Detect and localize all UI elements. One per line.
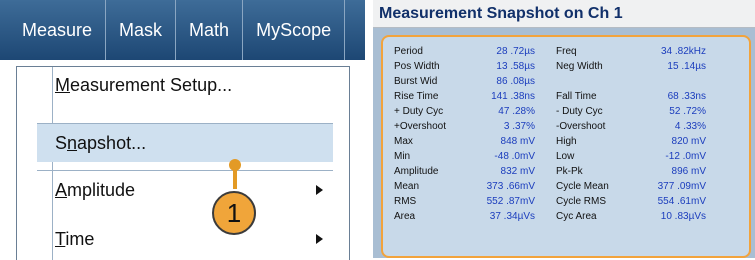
measurement-value: 832 mV [500, 166, 535, 177]
menu-math[interactable]: Math [176, 0, 244, 60]
measurement-value: 13 .58µs [496, 61, 535, 72]
snapshot-row: Min -48 .0mV Low -12 .0mV [394, 151, 744, 163]
measurement-value: 52 .72% [669, 106, 706, 117]
snapshot-row: Burst Wid 86 .08µs [394, 76, 744, 88]
menu-item-label: Amplitude [55, 179, 136, 200]
measurement-value: 86 .08µs [496, 76, 535, 87]
snapshot-row: Pos Width 13 .58µs Neg Width 15 .14µs [394, 61, 744, 73]
measurement-label: +Overshoot [394, 121, 446, 132]
measurement-label: Rise Time [394, 91, 439, 102]
measurement-value: 68 .33ns [667, 91, 706, 102]
measurement-label: High [556, 136, 577, 147]
measurement-label: Fall Time [556, 91, 597, 102]
measurement-value: 554 .61mV [657, 196, 706, 207]
measurement-label: Freq [556, 46, 577, 57]
snapshot-row: Amplitude 832 mV Pk-Pk 896 mV [394, 166, 744, 178]
callout-pointer-dot [229, 159, 241, 171]
menu-mask[interactable]: Mask [106, 0, 177, 60]
measurement-value: 4 .33% [674, 121, 706, 132]
measurement-value: 552 .87mV [486, 196, 535, 207]
measurement-label: -Overshoot [556, 121, 606, 132]
measurement-label: Min [394, 151, 411, 162]
submenu-arrow-icon [316, 234, 323, 244]
menu-measure[interactable]: Measure [0, 0, 107, 60]
submenu-arrow-icon [316, 185, 323, 195]
measurement-value: 3 .37% [503, 121, 535, 132]
snapshot-row: Max 848 mV High 820 mV [394, 136, 744, 148]
measurement-label: Cycle Mean [556, 181, 609, 192]
measurement-value: 141 .38ns [491, 91, 535, 102]
menu-bar: Measure Mask Math MyScope [0, 0, 365, 60]
measurement-value: 37 .34µVs [489, 211, 535, 222]
measurement-label: Pos Width [394, 61, 440, 72]
snapshot-row: RMS 552 .87mV Cycle RMS 554 .61mV [394, 196, 744, 208]
measurement-label: - Duty Cyc [556, 106, 603, 117]
menu-item-label: Snapshot... [55, 132, 147, 153]
snapshot-row: Area 37 .34µVs Cyc Area 10 .83µVs [394, 211, 744, 223]
measurement-value: 820 mV [671, 136, 706, 147]
menu-myscope[interactable]: MyScope [243, 0, 346, 60]
measurement-value: 47 .28% [498, 106, 535, 117]
measurement-label: Period [394, 46, 423, 57]
menu-item-measurement-setup[interactable]: Measurement Setup... [37, 66, 333, 104]
measurement-label: Low [556, 151, 575, 162]
snapshot-row: +Overshoot 3 .37% -Overshoot 4 .33% [394, 121, 744, 133]
step-callout: 1 [212, 191, 256, 235]
menu-item-amplitude[interactable]: Amplitude [37, 170, 333, 209]
measurement-value: 377 .09mV [657, 181, 706, 192]
menu-item-label: Time [55, 228, 95, 249]
snapshot-row: Period 28 .72µs Freq 34 .82kHz [394, 46, 744, 58]
measurement-value: 373 .66mV [486, 181, 535, 192]
snapshot-row: Rise Time 141 .38ns Fall Time 68 .33ns [394, 91, 744, 103]
snapshot-window-title: Measurement Snapshot on Ch 1 [373, 0, 755, 28]
measurement-label: Area [394, 211, 416, 222]
measurement-value: 848 mV [500, 136, 535, 147]
measurement-label: + Duty Cyc [394, 106, 444, 117]
menu-item-snapshot[interactable]: Snapshot... [37, 123, 333, 162]
measurement-label: Max [394, 136, 413, 147]
measurement-label: Burst Wid [394, 76, 438, 87]
measurement-value: 896 mV [671, 166, 706, 177]
measurement-value: 28 .72µs [496, 46, 535, 57]
measurement-label: Cycle RMS [556, 196, 607, 207]
measurement-value: 15 .14µs [667, 61, 706, 72]
menu-item-label: Measurement Setup... [55, 74, 233, 95]
measurement-value: -48 .0mV [494, 151, 535, 162]
measurement-label: Neg Width [556, 61, 603, 72]
snapshot-row: Mean 373 .66mV Cycle Mean 377 .09mV [394, 181, 744, 193]
measurement-label: Mean [394, 181, 420, 192]
measurement-value: -12 .0mV [665, 151, 706, 162]
measurement-label: Pk-Pk [556, 166, 583, 177]
measurement-label: Amplitude [394, 166, 439, 177]
menu-item-time[interactable]: Time [37, 220, 333, 258]
measurement-label: RMS [394, 196, 417, 207]
measurement-value: 34 .82kHz [660, 46, 706, 57]
snapshot-row: + Duty Cyc 47 .28% - Duty Cyc 52 .72% [394, 106, 744, 118]
measurement-label: Cyc Area [556, 211, 597, 222]
measurement-value: 10 .83µVs [660, 211, 706, 222]
